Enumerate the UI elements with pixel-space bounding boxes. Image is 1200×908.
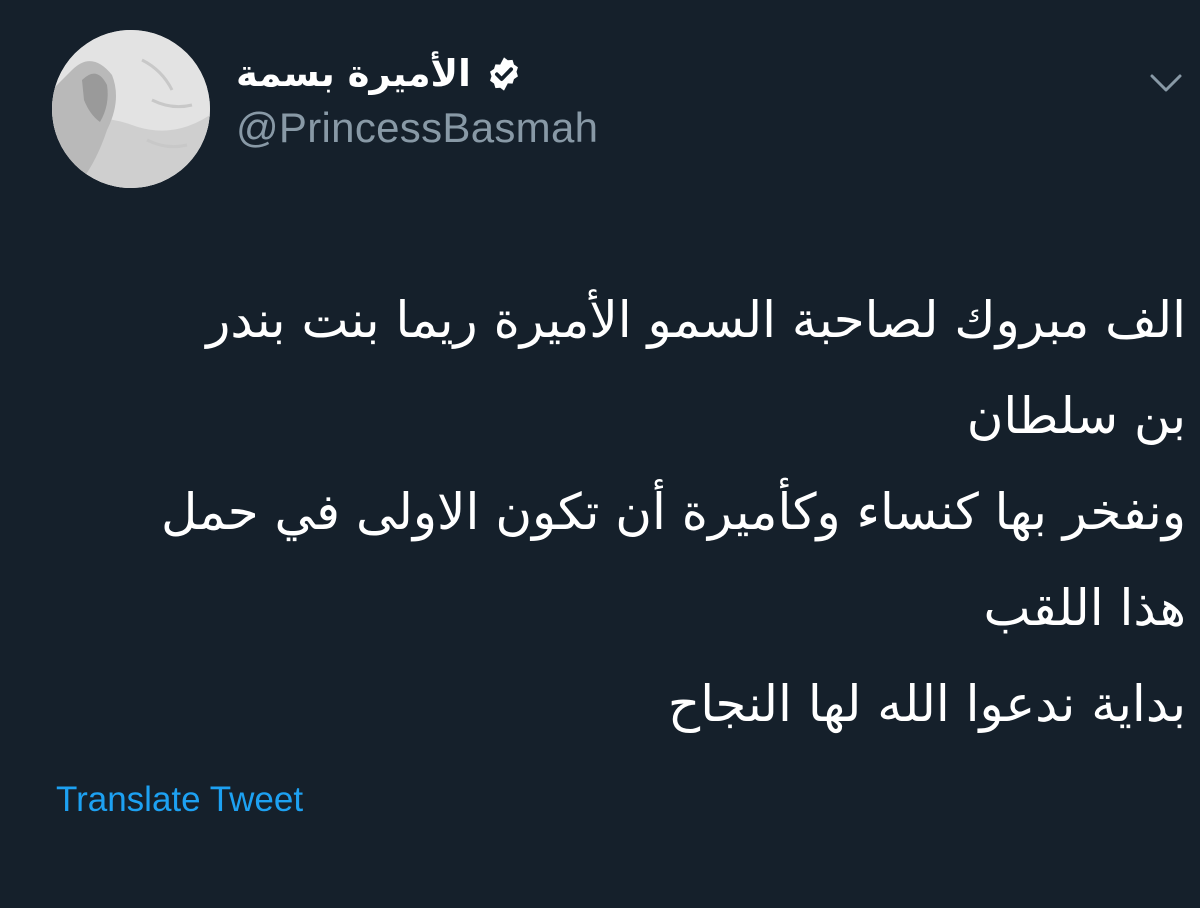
tweet-text-line: بن سلطان	[966, 387, 1186, 445]
name-row: الأميرة بسمة	[236, 46, 598, 102]
avatar[interactable]	[52, 30, 210, 188]
user-handle[interactable]: @PrincessBasmah	[236, 104, 598, 152]
verified-badge-icon	[489, 57, 518, 91]
tweet-text-line: ونفخر بها كنساء وكأميرة أن تكون الاولى ف…	[160, 483, 1186, 541]
tweet-text-line: بداية ندعوا الله لها النجاح	[667, 675, 1186, 733]
tweet-card: الأميرة بسمة @PrincessBasmah الف مبروك ل…	[0, 0, 1200, 908]
chevron-down-icon[interactable]	[1148, 70, 1184, 96]
user-info: الأميرة بسمة @PrincessBasmah	[236, 46, 598, 152]
translate-tweet-link[interactable]: Translate Tweet	[56, 780, 303, 820]
tweet-text-line: هذا اللقب	[983, 579, 1186, 637]
display-name[interactable]: الأميرة بسمة	[236, 46, 471, 102]
tweet-text: الف مبروك لصاحبة السمو الأميرة ريما بنت …	[36, 272, 1186, 752]
tweet-text-line: الف مبروك لصاحبة السمو الأميرة ريما بنت …	[206, 291, 1186, 349]
avatar-image	[52, 30, 210, 188]
